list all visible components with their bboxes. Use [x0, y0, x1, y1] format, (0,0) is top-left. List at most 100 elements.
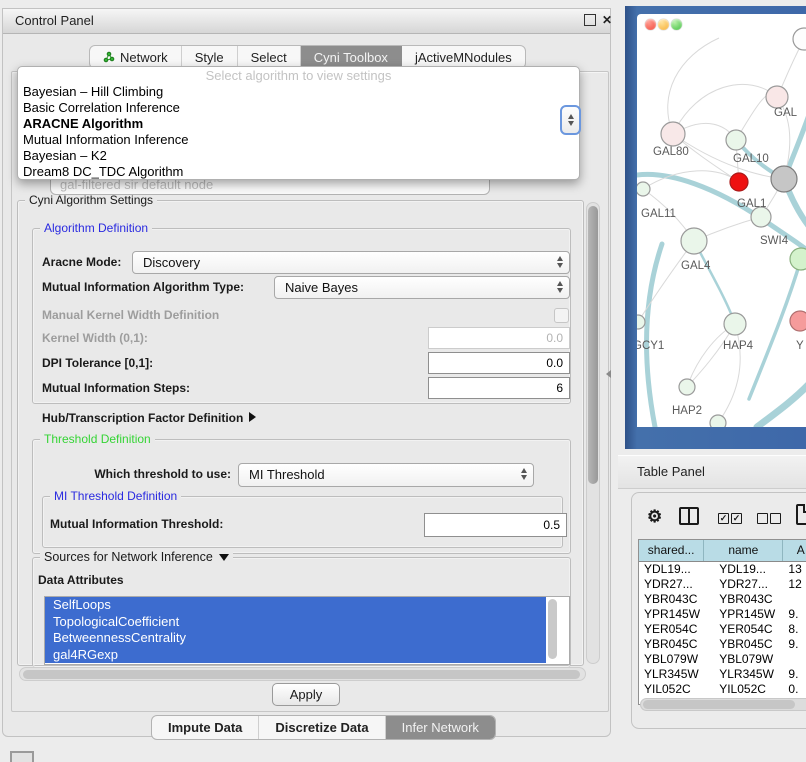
node-unlabeled[interactable]: [710, 415, 726, 427]
mi-type-combo[interactable]: Naive Bayes: [274, 276, 570, 299]
unchecked-checkbox-icon[interactable]: [770, 513, 781, 524]
settings-hscroll-thumb[interactable]: [23, 670, 580, 679]
manual-kernel-checkbox[interactable]: [554, 308, 569, 323]
table-row[interactable]: YBL079WYBL079W: [639, 652, 806, 667]
table-hscroll-track[interactable]: [640, 698, 806, 711]
table-row[interactable]: YER054CYER054C8.: [639, 622, 806, 637]
column-header-a[interactable]: A: [783, 540, 806, 561]
aracne-mode-label: Aracne Mode:: [42, 251, 121, 274]
float-window-icon[interactable]: [584, 14, 596, 26]
mi-threshold-field[interactable]: 0.5: [424, 513, 567, 537]
close-icon[interactable]: ✕: [601, 14, 613, 26]
tab-label: Network: [120, 50, 168, 65]
hub-definition-label: Hub/Transcription Factor Definition: [42, 411, 243, 425]
tab-network[interactable]: Network: [90, 46, 182, 68]
table-row[interactable]: YIL052CYIL052C0.: [639, 682, 806, 697]
table-hscroll-thumb[interactable]: [643, 700, 795, 709]
table-cell: YBL079W: [704, 652, 783, 667]
table-cell: 9.: [783, 607, 806, 622]
node-gal11[interactable]: [637, 182, 650, 196]
node-unlabeled[interactable]: [793, 28, 806, 50]
tab-label: Cyni Toolbox: [314, 50, 388, 65]
tab-select[interactable]: Select: [238, 46, 301, 68]
checked-checkbox-icon[interactable]: ✓: [731, 513, 742, 524]
algorithm-combo-spinner[interactable]: [560, 105, 581, 135]
mi-steps-label: Mutual Information Steps:: [42, 377, 190, 400]
collapse-down-icon: [219, 554, 229, 561]
settings-hscroll-track[interactable]: [19, 667, 586, 681]
gear-icon[interactable]: ⚙: [647, 507, 662, 527]
node-label-gal10: GAL10: [733, 153, 769, 165]
apply-button[interactable]: Apply: [272, 683, 340, 706]
table-row[interactable]: YBR043CYBR043C: [639, 592, 806, 607]
kernel-width-field[interactable]: 0.0: [428, 327, 570, 349]
node-hap2[interactable]: [679, 379, 695, 395]
column-header-shared[interactable]: shared...: [639, 540, 704, 561]
table-row[interactable]: YDL19...YDL19...13: [639, 562, 806, 577]
table-cell: YBR043C: [639, 592, 704, 607]
cyni-algorithm-settings-group: Cyni Algorithm Settings Algorithm Defini…: [17, 200, 584, 666]
node-gal80[interactable]: [661, 122, 685, 146]
node-unlabeled[interactable]: [771, 166, 797, 192]
node-gal1[interactable]: [751, 207, 771, 227]
checked-checkbox-icon[interactable]: ✓: [718, 513, 729, 524]
hub-definition-toggle[interactable]: Hub/Transcription Factor Definition: [42, 407, 256, 430]
algorithm-option-bayesian-k2[interactable]: Bayesian – K2: [22, 148, 575, 164]
node-label-hap2: HAP2: [672, 405, 702, 417]
document-icon[interactable]: [796, 504, 806, 525]
algorithm-dropdown-popup: Select algorithm to view settings Bayesi…: [17, 66, 580, 180]
algorithm-option-mutual-information-inference[interactable]: Mutual Information Inference: [22, 132, 575, 148]
settings-vscroll-track[interactable]: [586, 202, 600, 664]
table-cell: YBR043C: [704, 592, 783, 607]
table-row[interactable]: YPR145WYPR145W9.: [639, 607, 806, 622]
table-cell: YPR145W: [704, 607, 783, 622]
table-row[interactable]: YLR345WYLR345W9.: [639, 667, 806, 682]
column-header-name[interactable]: name: [704, 540, 783, 561]
algorithm-option-dream8-dc-tdc-algorithm[interactable]: Dream8 DC_TDC Algorithm: [22, 164, 575, 180]
columns-icon[interactable]: [679, 507, 699, 525]
attribute-item-gal4rgexp[interactable]: gal4RGexp: [45, 647, 546, 664]
splitter-collapse-icon[interactable]: [606, 370, 611, 378]
tab-infer-network[interactable]: Infer Network: [386, 716, 495, 739]
algorithm-option-aracne-algorithm[interactable]: ARACNE Algorithm: [22, 116, 575, 132]
attribute-item-topologicalcoefficient[interactable]: TopologicalCoefficient: [45, 614, 546, 631]
data-attributes-list[interactable]: SelfLoopsTopologicalCoefficientBetweenne…: [44, 596, 570, 665]
tab-impute-data[interactable]: Impute Data: [152, 716, 259, 739]
aracne-mode-combo[interactable]: Discovery: [132, 251, 570, 274]
unchecked-checkbox-icon[interactable]: [757, 513, 768, 524]
node-gal[interactable]: [766, 86, 788, 108]
tab-cyni-toolbox[interactable]: Cyni Toolbox: [301, 46, 402, 68]
which-threshold-combo[interactable]: MI Threshold: [238, 463, 534, 487]
collapsed-panel-icon[interactable]: [10, 751, 34, 762]
node-gal4[interactable]: [681, 228, 707, 254]
attributes-scrollbar[interactable]: [548, 599, 557, 659]
network-canvas[interactable]: GALGAL80GAL10GAL1GAL11SWI4GAL4GCY1HAP4YH…: [637, 14, 806, 427]
table-row[interactable]: YDR27...YDR27...12: [639, 577, 806, 592]
settings-vscroll-thumb[interactable]: [588, 206, 598, 484]
network-view-window: GALGAL80GAL10GAL1GAL11SWI4GAL4GCY1HAP4YH…: [637, 14, 806, 427]
mi-steps-field[interactable]: 6: [428, 377, 570, 399]
tab-style[interactable]: Style: [182, 46, 238, 68]
node-y[interactable]: [790, 311, 806, 331]
kernel-width-label: Kernel Width (0,1):: [42, 327, 148, 350]
network-tab-icon: [103, 51, 115, 63]
algorithm-option-bayesian-hill-climbing[interactable]: Bayesian – Hill Climbing: [22, 84, 575, 100]
tab-jactivemnodules[interactable]: jActiveMNodules: [402, 46, 525, 68]
table-cell: 8.: [783, 622, 806, 637]
dpi-tolerance-field[interactable]: 0.0: [428, 352, 570, 374]
attribute-item-betweennesscentrality[interactable]: BetweennessCentrality: [45, 630, 546, 647]
attribute-item-selfloops[interactable]: SelfLoops: [45, 597, 546, 614]
node-unlabeled[interactable]: [790, 248, 806, 270]
node-hap4[interactable]: [724, 313, 746, 335]
algorithm-option-basic-correlation-inference[interactable]: Basic Correlation Inference: [22, 100, 575, 116]
which-threshold-value: MI Threshold: [249, 467, 325, 482]
mi-threshold-group-title: MI Threshold Definition: [50, 489, 181, 503]
tab-discretize-data[interactable]: Discretize Data: [259, 716, 385, 739]
node-gal10[interactable]: [726, 130, 746, 150]
sources-group-title[interactable]: Sources for Network Inference: [40, 550, 233, 564]
node-unlabeled[interactable]: [730, 173, 748, 191]
table-row[interactable]: YBR045CYBR045C9.: [639, 637, 806, 652]
table-body: YDL19...YDL19...13YDR27...YDR27...12YBR0…: [639, 562, 806, 697]
settings-group-title: Cyni Algorithm Settings: [25, 193, 157, 207]
node-gcy1[interactable]: [637, 315, 645, 329]
